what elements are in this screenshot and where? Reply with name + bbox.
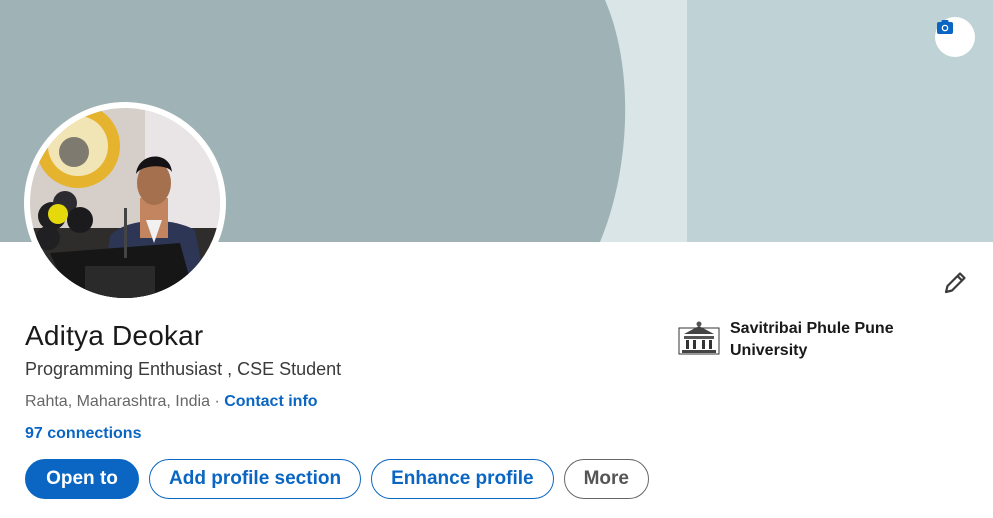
more-button[interactable]: More — [563, 459, 650, 499]
location-text: Rahta, Maharashtra, India — [25, 393, 210, 410]
edit-banner-camera-button[interactable] — [935, 17, 975, 57]
location-separator: · — [210, 393, 225, 410]
enhance-profile-button[interactable]: Enhance profile — [371, 459, 554, 499]
profile-name: Aditya Deokar — [25, 320, 204, 351]
university-logo-icon — [678, 321, 720, 355]
contact-info-link[interactable]: Contact info — [224, 393, 317, 410]
university-name: Savitribai Phule Pune University — [730, 320, 894, 359]
profile-photo[interactable] — [24, 102, 226, 304]
avatar — [30, 108, 220, 298]
profile-headline: Programming Enthusiast , CSE Student — [25, 359, 342, 379]
camera-icon — [937, 20, 953, 34]
pencil-icon — [944, 272, 966, 294]
location-line: Rahta, Maharashtra, India · Contact info — [25, 391, 318, 413]
profile-actions: Open to Add profile section Enhance prof… — [25, 459, 650, 499]
edit-intro-button[interactable] — [936, 264, 974, 302]
profile-photo-image — [30, 108, 220, 298]
open-to-button[interactable]: Open to — [25, 459, 139, 499]
add-profile-section-button[interactable]: Add profile section — [149, 459, 362, 499]
education-university-link[interactable]: Savitribai Phule Pune University — [678, 318, 920, 362]
connections-link[interactable]: 97 connections — [25, 423, 141, 445]
